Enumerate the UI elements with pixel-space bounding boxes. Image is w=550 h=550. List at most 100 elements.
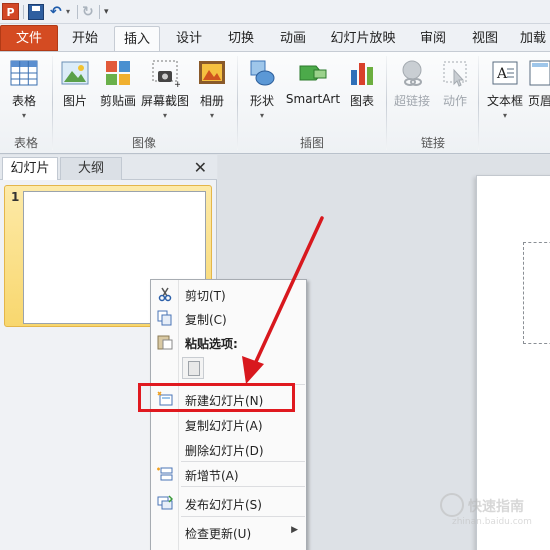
- svg-text:A: A: [496, 66, 508, 82]
- slide-number: 1: [11, 190, 20, 204]
- chevron-down-icon: ▾: [259, 111, 264, 120]
- group-label-tables: 表格: [13, 136, 38, 150]
- menu-item-copy[interactable]: 复制(C): [151, 307, 306, 329]
- tab-animations[interactable]: 动画: [270, 26, 316, 51]
- watermark-logo-icon: [440, 493, 464, 517]
- menu-item-delete-slide[interactable]: 删除幻灯片(D): [151, 438, 306, 460]
- customize-qat-icon[interactable]: ▾: [104, 4, 120, 20]
- tab-outline[interactable]: 大纲: [60, 157, 122, 180]
- section-icon: [157, 466, 173, 482]
- menu-item-label: 检查更新(U): [185, 527, 252, 541]
- smartart-button[interactable]: SmartArt: [285, 58, 341, 106]
- watermark-url: zhinan.baidu.com: [452, 517, 532, 527]
- menu-item-paste-options: 粘贴选项:: [151, 331, 306, 353]
- group-separator: [52, 56, 53, 150]
- chart-button[interactable]: 图表: [344, 58, 380, 109]
- menu-item-label: 复制幻灯片(A): [185, 419, 263, 433]
- textbox-label: 文本框: [486, 94, 523, 108]
- chevron-down-icon: ▾: [502, 111, 507, 120]
- textbox-icon: A: [490, 58, 520, 88]
- table-label: 表格: [11, 94, 36, 108]
- tab-slideshow[interactable]: 幻灯片放映: [325, 26, 401, 51]
- action-icon: [440, 58, 470, 88]
- chart-label: 图表: [349, 94, 374, 108]
- svg-text:+: +: [174, 80, 180, 88]
- smartart-icon: [298, 58, 328, 88]
- menu-item-label: 删除幻灯片(D): [185, 444, 264, 458]
- group-separator: [237, 56, 238, 150]
- tab-slides[interactable]: 幻灯片: [2, 157, 58, 180]
- clipart-button[interactable]: 剪贴画: [98, 58, 138, 109]
- shapes-label: 形状: [249, 94, 274, 108]
- textbox-button[interactable]: A 文本框 ▾: [484, 58, 526, 120]
- menu-item-label: 粘贴选项:: [185, 337, 238, 351]
- publish-slides-icon: [157, 495, 174, 511]
- pane-tab-bar: 幻灯片 大纲 ✕: [0, 155, 217, 180]
- tab-design[interactable]: 设计: [166, 26, 212, 51]
- screenshot-button[interactable]: + 屏幕截图 ▾: [140, 58, 190, 120]
- action-button[interactable]: 动作: [438, 58, 472, 109]
- group-label-links: 链接: [420, 136, 445, 150]
- menu-item-check-updates[interactable]: 检查更新(U) ▶: [151, 521, 306, 543]
- tab-view[interactable]: 视图: [462, 26, 508, 51]
- close-icon[interactable]: ✕: [194, 158, 207, 177]
- picture-icon: [60, 58, 90, 88]
- group-label-images: 图像: [131, 136, 156, 150]
- tab-insert[interactable]: 插入: [114, 26, 160, 51]
- context-menu: 剪切(T) 复制(C) 粘贴选项: 新建幻灯片(N) 复制幻灯片(A) 删除幻灯…: [150, 279, 307, 550]
- ribbon-tab-bar: 文件 开始 插入 设计 切换 动画 幻灯片放映 审阅 视图 加载: [0, 24, 550, 51]
- tab-file[interactable]: 文件: [0, 25, 58, 51]
- annotation-highlight-box: [138, 383, 295, 412]
- shapes-icon: [247, 58, 277, 88]
- chevron-down-icon: ▾: [162, 111, 167, 120]
- clipart-icon: [103, 58, 133, 88]
- toolbar-separator: [77, 5, 78, 19]
- picture-button[interactable]: 图片: [58, 58, 92, 109]
- smartart-label: SmartArt: [285, 92, 341, 106]
- tab-review[interactable]: 审阅: [410, 26, 456, 51]
- hyperlink-label: 超链接: [393, 94, 430, 108]
- screenshot-icon: +: [150, 58, 182, 90]
- hyperlink-button[interactable]: 超链接: [392, 58, 432, 109]
- menu-item-publish-slides[interactable]: 发布幻灯片(S): [151, 492, 306, 514]
- watermark: 快速指南 zhinan.baidu.com: [440, 493, 545, 533]
- undo-dropdown-icon[interactable]: ▾: [66, 4, 74, 20]
- menu-item-duplicate-slide[interactable]: 复制幻灯片(A): [151, 413, 306, 435]
- menu-item-label: 剪切(T): [185, 289, 226, 303]
- menu-separator: [181, 461, 305, 462]
- tab-home[interactable]: 开始: [62, 26, 108, 51]
- paste-keep-text-icon[interactable]: [182, 357, 204, 379]
- title-placeholder[interactable]: [523, 242, 550, 344]
- watermark-text: 快速指南: [468, 499, 524, 515]
- menu-item-cut[interactable]: 剪切(T): [151, 283, 306, 305]
- paste-icon: [157, 334, 173, 350]
- powerpoint-app-icon[interactable]: P: [2, 3, 19, 20]
- picture-label: 图片: [62, 94, 87, 108]
- copy-icon: [157, 310, 173, 326]
- menu-item-label: 复制(C): [185, 313, 227, 327]
- scissors-icon: [157, 286, 173, 302]
- group-separator: [386, 56, 387, 150]
- tab-addins[interactable]: 加载: [516, 26, 550, 51]
- chart-icon: [347, 58, 377, 88]
- album-label: 相册: [199, 94, 224, 108]
- action-label: 动作: [442, 94, 467, 108]
- table-icon: [9, 58, 39, 88]
- undo-icon[interactable]: ↶: [50, 4, 66, 20]
- header-label: 页眉: [528, 94, 550, 108]
- shapes-button[interactable]: 形状 ▾: [244, 58, 280, 120]
- menu-item-label: 发布幻灯片(S): [185, 498, 262, 512]
- header-button[interactable]: 页眉: [528, 58, 550, 109]
- table-button[interactable]: 表格 ▾: [6, 58, 42, 120]
- menu-separator: [181, 486, 305, 487]
- redo-icon[interactable]: ↻: [82, 4, 98, 20]
- screenshot-label: 屏幕截图: [140, 94, 189, 108]
- hyperlink-icon: [397, 58, 427, 88]
- menu-item-new-section[interactable]: 新增节(A): [151, 463, 306, 485]
- clipart-label: 剪贴画: [99, 94, 136, 108]
- album-button[interactable]: 相册 ▾: [194, 58, 230, 120]
- group-separator: [478, 56, 479, 150]
- chevron-down-icon: ▾: [209, 111, 214, 120]
- save-icon[interactable]: [28, 4, 44, 20]
- tab-transitions[interactable]: 切换: [218, 26, 264, 51]
